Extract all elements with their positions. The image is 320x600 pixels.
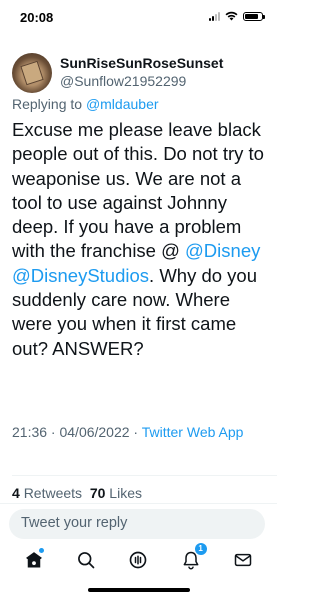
timestamp: 21:36 · 04/06/2022 ·: [12, 424, 142, 440]
likes-count[interactable]: 70: [90, 485, 106, 499]
mention-disney-studios-link[interactable]: @DisneyStudios: [12, 265, 149, 286]
status-time: 20:08: [20, 10, 54, 25]
search-icon: [78, 552, 95, 569]
source-link[interactable]: Twitter Web App: [142, 424, 244, 440]
tweet-text: Excuse me please leave black people out …: [12, 118, 270, 361]
reply-bar: Tweet your reply: [0, 503, 277, 541]
tweet-meta: 21:36 · 04/06/2022 · Twitter Web App: [12, 422, 267, 442]
status-icons: [209, 11, 265, 21]
messages-icon: [234, 553, 252, 567]
divider: [12, 475, 277, 476]
user-handle[interactable]: @Sunflow21952299: [60, 73, 186, 89]
nav-search[interactable]: [75, 549, 97, 571]
reply-input[interactable]: Tweet your reply: [9, 509, 265, 539]
status-bar: 20:08: [0, 0, 277, 34]
nav-notifications[interactable]: 1: [180, 543, 207, 571]
mention-disney-link[interactable]: @Disney: [185, 240, 260, 261]
tweet-stats: 4 Retweets 70 Likes: [12, 485, 142, 499]
tweet-header: SunRiseSunRoseSunset @Sunflow21952299: [12, 53, 265, 93]
replying-to-link[interactable]: @mldauber: [86, 96, 159, 112]
retweets-count[interactable]: 4: [12, 485, 20, 499]
bottom-nav: 1: [0, 542, 277, 578]
replying-to-line: Replying to @mldauber: [12, 96, 159, 112]
likes-label[interactable]: Likes: [109, 485, 142, 499]
notifications-badge: 1: [194, 543, 207, 555]
nav-home[interactable]: [23, 548, 45, 571]
wifi-icon: [225, 11, 238, 21]
battery-icon: [243, 11, 265, 21]
avatar[interactable]: [12, 53, 52, 93]
home-indicator: [88, 588, 190, 592]
replying-to-label: Replying to: [12, 96, 86, 112]
nav-messages[interactable]: [232, 549, 254, 571]
spaces-icon: [130, 551, 147, 569]
retweets-label[interactable]: Retweets: [24, 485, 82, 499]
home-icon: [26, 552, 43, 568]
signal-icon: [209, 11, 220, 21]
display-name[interactable]: SunRiseSunRoseSunset: [60, 55, 223, 71]
nav-spaces[interactable]: [127, 549, 149, 571]
